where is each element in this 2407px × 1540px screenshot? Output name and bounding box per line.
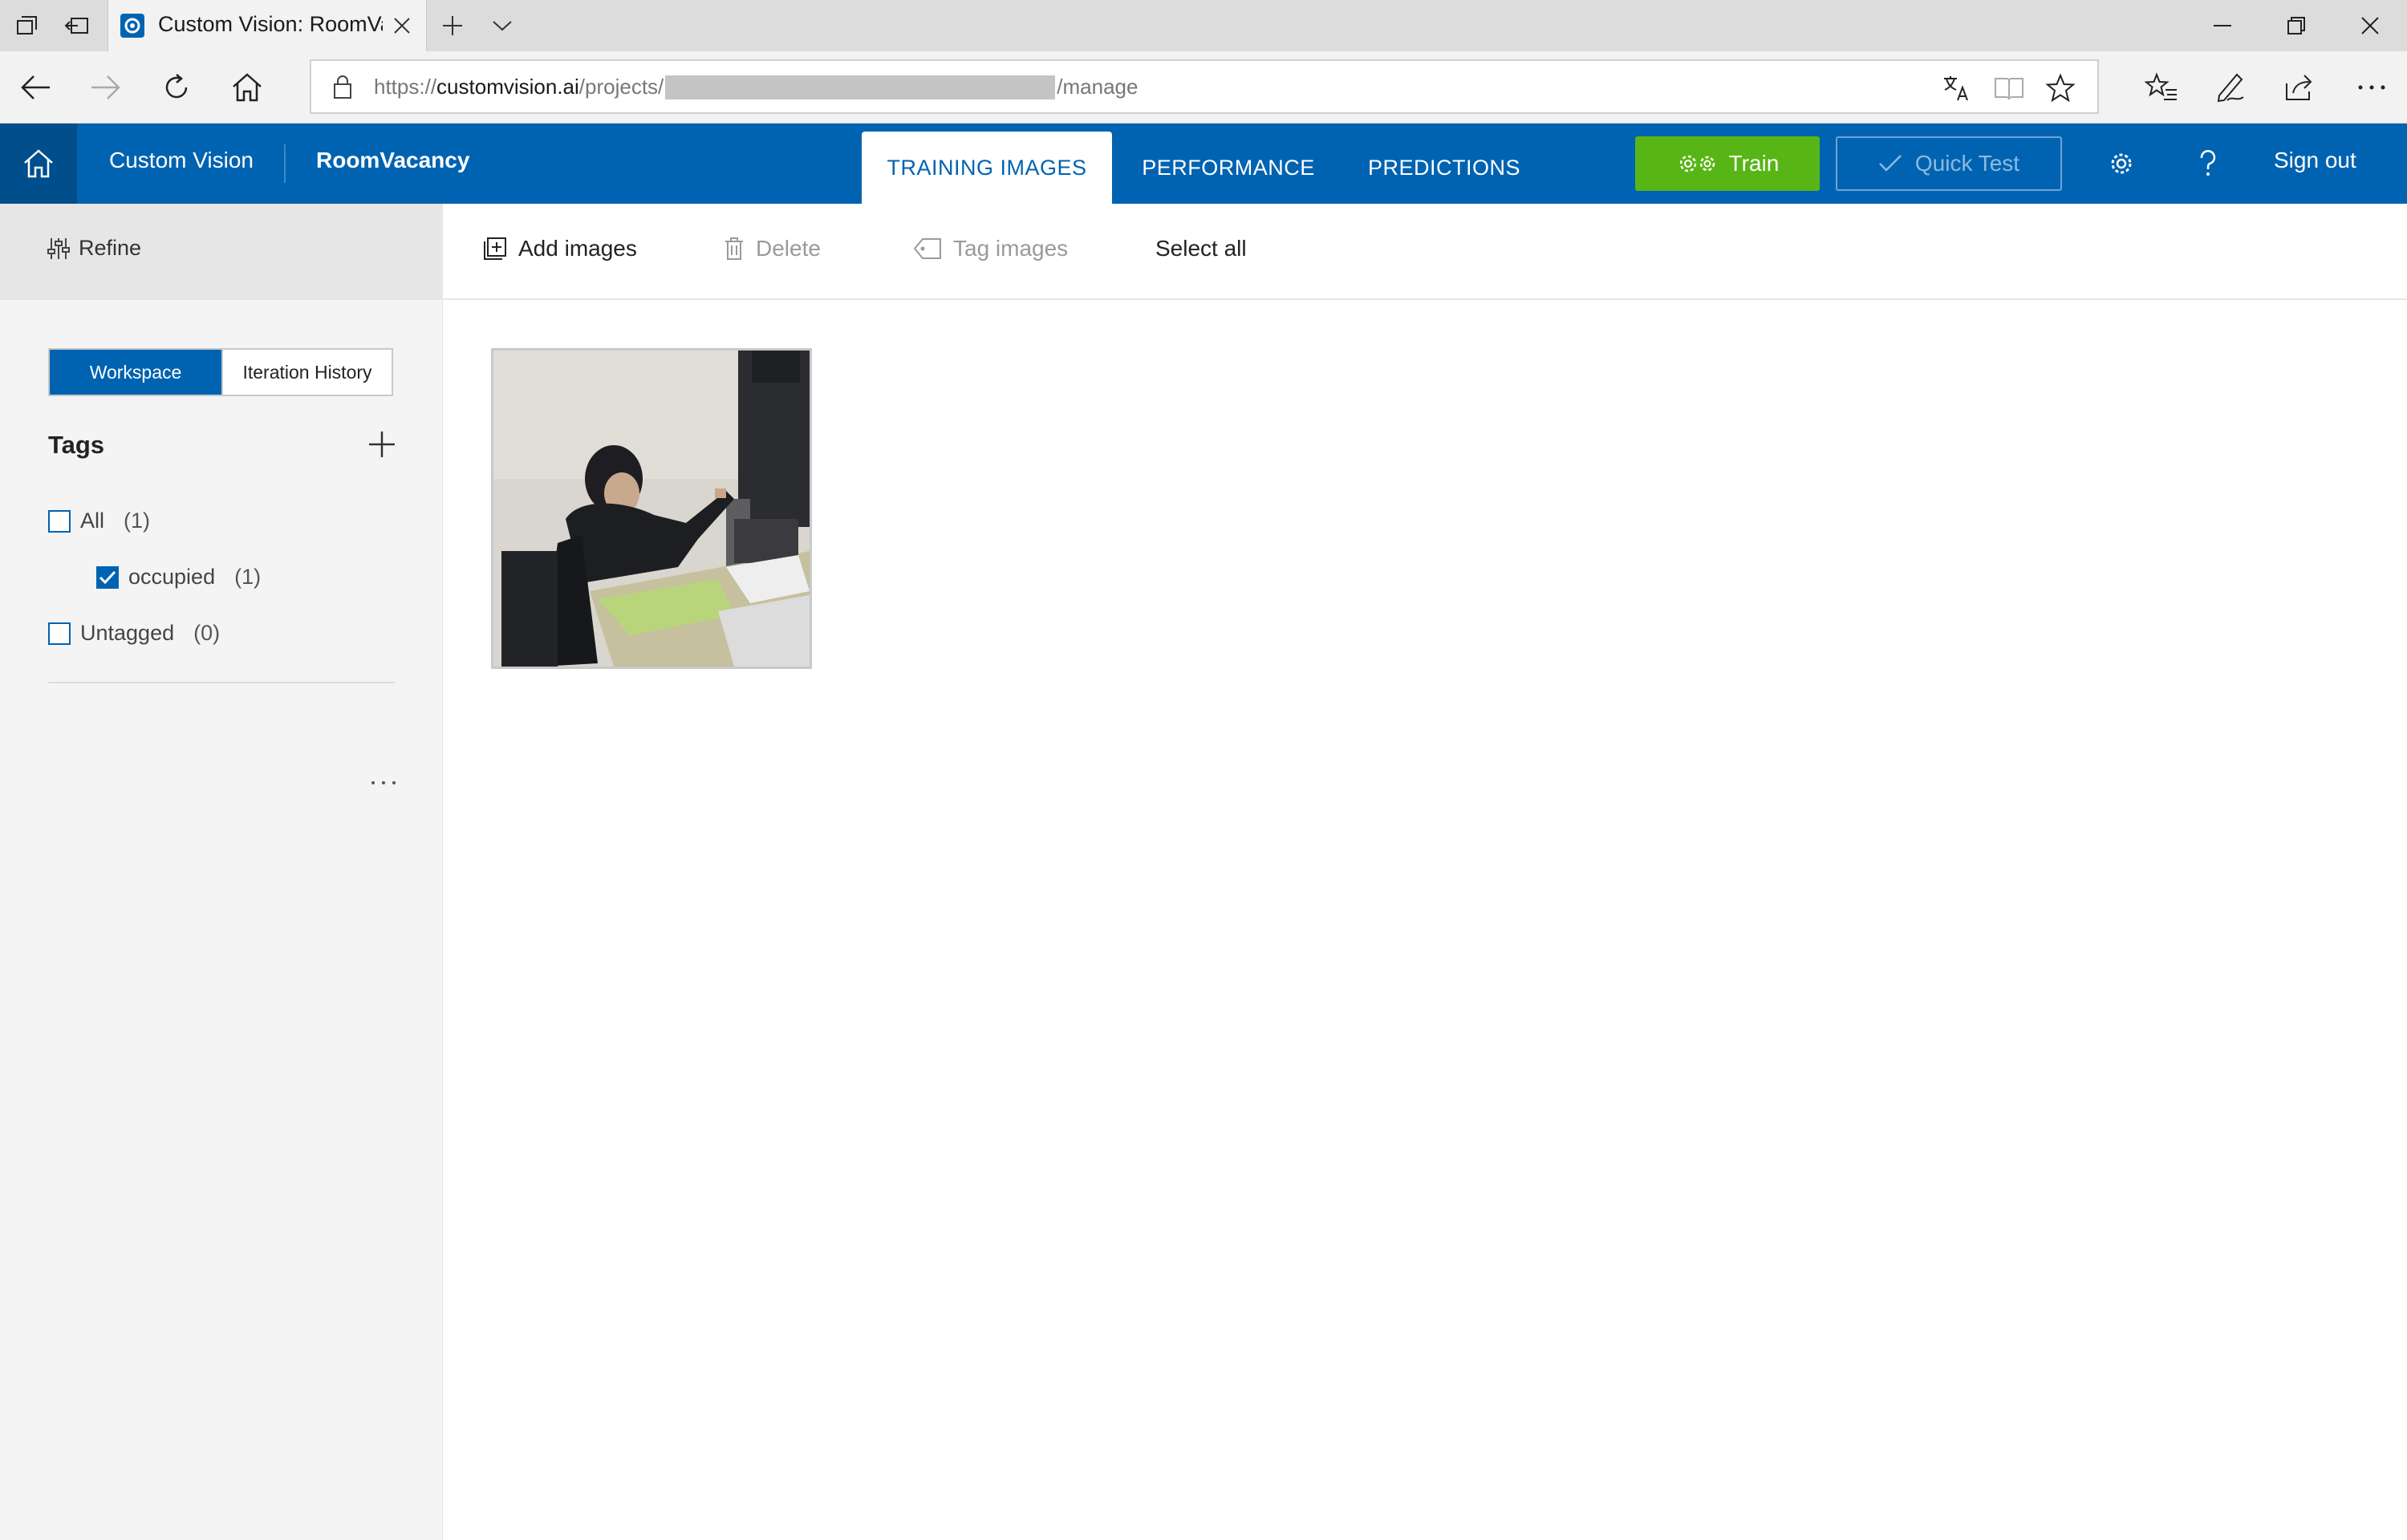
tag-checkbox-occupied[interactable]	[96, 565, 119, 589]
tag-row-all[interactable]: All (1)	[48, 509, 150, 533]
tab-manager-icon[interactable]	[8, 6, 47, 45]
restore-window-icon[interactable]	[2259, 0, 2333, 51]
training-image-thumbnail[interactable]	[491, 348, 812, 669]
translate-icon[interactable]	[1940, 72, 1972, 104]
tag-label: Untagged	[80, 621, 175, 645]
add-tag-plus-icon[interactable]	[364, 427, 400, 462]
sidebar-divider	[48, 682, 395, 683]
tag-count: (1)	[124, 509, 151, 533]
tab-training-images[interactable]: TRAINING IMAGES	[862, 132, 1112, 204]
lock-icon[interactable]	[332, 74, 353, 99]
tag-more-options-icon[interactable]	[367, 773, 400, 792]
filter-sliders-icon	[47, 237, 71, 261]
new-tab-icon[interactable]	[433, 6, 472, 45]
redacted-project-id	[665, 75, 1056, 99]
help-question-icon[interactable]	[2189, 144, 2227, 183]
close-tab-icon[interactable]	[388, 11, 416, 40]
workspace-toggle-button[interactable]: Workspace	[50, 350, 221, 395]
tab-list-chevron-down-icon[interactable]	[483, 6, 522, 45]
close-window-icon[interactable]	[2333, 0, 2407, 51]
refresh-icon[interactable]	[156, 67, 197, 108]
app-home-icon[interactable]	[0, 124, 77, 204]
sign-out-link[interactable]: Sign out	[2274, 148, 2356, 173]
browser-tab[interactable]: Custom Vision: RoomVa	[108, 0, 427, 51]
custom-vision-favicon-icon	[120, 13, 145, 38]
refine-label: Refine	[79, 236, 142, 260]
delete-label: Delete	[756, 236, 821, 261]
favorites-hub-icon[interactable]	[2141, 67, 2182, 108]
url-path: /projects/	[578, 75, 664, 99]
select-all-label: Select all	[1155, 236, 1247, 261]
favorite-star-icon[interactable]	[2044, 72, 2076, 104]
trash-icon	[724, 237, 745, 261]
checkmark-icon	[1878, 154, 1902, 173]
add-image-icon	[483, 237, 507, 261]
tag-row-occupied[interactable]: occupied (1)	[96, 565, 261, 590]
delete-button[interactable]: Delete	[724, 236, 821, 261]
iteration-history-toggle-button[interactable]: Iteration History	[221, 350, 392, 395]
address-bar[interactable]: https://customvision.ai/projects/ /manage	[310, 59, 2099, 114]
image-toolbar: Add images Delete Tag images Select all	[443, 204, 2407, 300]
tags-heading: Tags	[48, 431, 105, 459]
quick-test-label: Quick Test	[1914, 151, 2020, 176]
notes-pen-icon[interactable]	[2210, 67, 2251, 108]
more-menu-icon[interactable]	[2351, 67, 2393, 108]
tag-label: occupied	[128, 565, 216, 589]
set-tabs-aside-icon[interactable]	[58, 6, 96, 45]
share-icon[interactable]	[2279, 67, 2320, 108]
tag-count: (0)	[193, 621, 221, 645]
tag-checkbox-untagged[interactable]	[48, 622, 71, 645]
workspace-iteration-toggle: Workspace Iteration History	[48, 348, 393, 396]
tag-icon	[913, 237, 942, 260]
project-name[interactable]: RoomVacancy	[316, 148, 469, 173]
train-label: Train	[1728, 151, 1780, 176]
left-sidebar: Refine Workspace Iteration History Tags …	[0, 204, 443, 1540]
tab-title: Custom Vision: RoomVa	[158, 12, 383, 36]
add-images-label: Add images	[518, 236, 637, 261]
reading-view-icon[interactable]	[1993, 72, 2025, 104]
minimize-window-icon[interactable]	[2186, 0, 2259, 51]
back-arrow-icon[interactable]	[14, 67, 56, 108]
settings-gear-icon[interactable]	[2102, 144, 2141, 183]
select-all-button[interactable]: Select all	[1155, 236, 1247, 261]
tag-images-button[interactable]: Tag images	[913, 236, 1068, 261]
home-icon[interactable]	[226, 67, 268, 108]
url-suffix: /manage	[1057, 75, 1139, 99]
meeting-room-photo	[493, 351, 810, 667]
tag-checkbox-all[interactable]	[48, 509, 71, 533]
tag-count: (1)	[234, 565, 262, 589]
app-header: Custom Vision RoomVacancy TRAINING IMAGE…	[0, 124, 2407, 204]
tag-label: All	[80, 509, 105, 533]
browser-toolbar: https://customvision.ai/projects/ /manage	[0, 51, 2407, 124]
header-divider	[284, 144, 286, 183]
refine-bar: Refine	[0, 204, 443, 300]
forward-arrow-icon[interactable]	[85, 67, 127, 108]
gears-icon	[1676, 152, 1718, 176]
train-button[interactable]: Train	[1635, 136, 1820, 191]
browser-tab-strip: Custom Vision: RoomVa	[0, 0, 2407, 51]
tab-performance[interactable]: PERFORMANCE	[1130, 132, 1327, 204]
url-host: customvision.ai	[436, 75, 579, 99]
add-images-button[interactable]: Add images	[483, 236, 637, 261]
url-text: https://customvision.ai/projects/ /manage	[374, 75, 1138, 99]
tab-predictions[interactable]: PREDICTIONS	[1343, 132, 1545, 204]
checkmark-icon	[99, 570, 116, 584]
url-prefix: https://	[374, 75, 437, 99]
brand-link[interactable]: Custom Vision	[109, 148, 254, 173]
tag-row-untagged[interactable]: Untagged (0)	[48, 621, 220, 646]
refine-button[interactable]: Refine	[47, 236, 141, 261]
tag-images-label: Tag images	[953, 236, 1069, 261]
quick-test-button[interactable]: Quick Test	[1836, 136, 2062, 191]
